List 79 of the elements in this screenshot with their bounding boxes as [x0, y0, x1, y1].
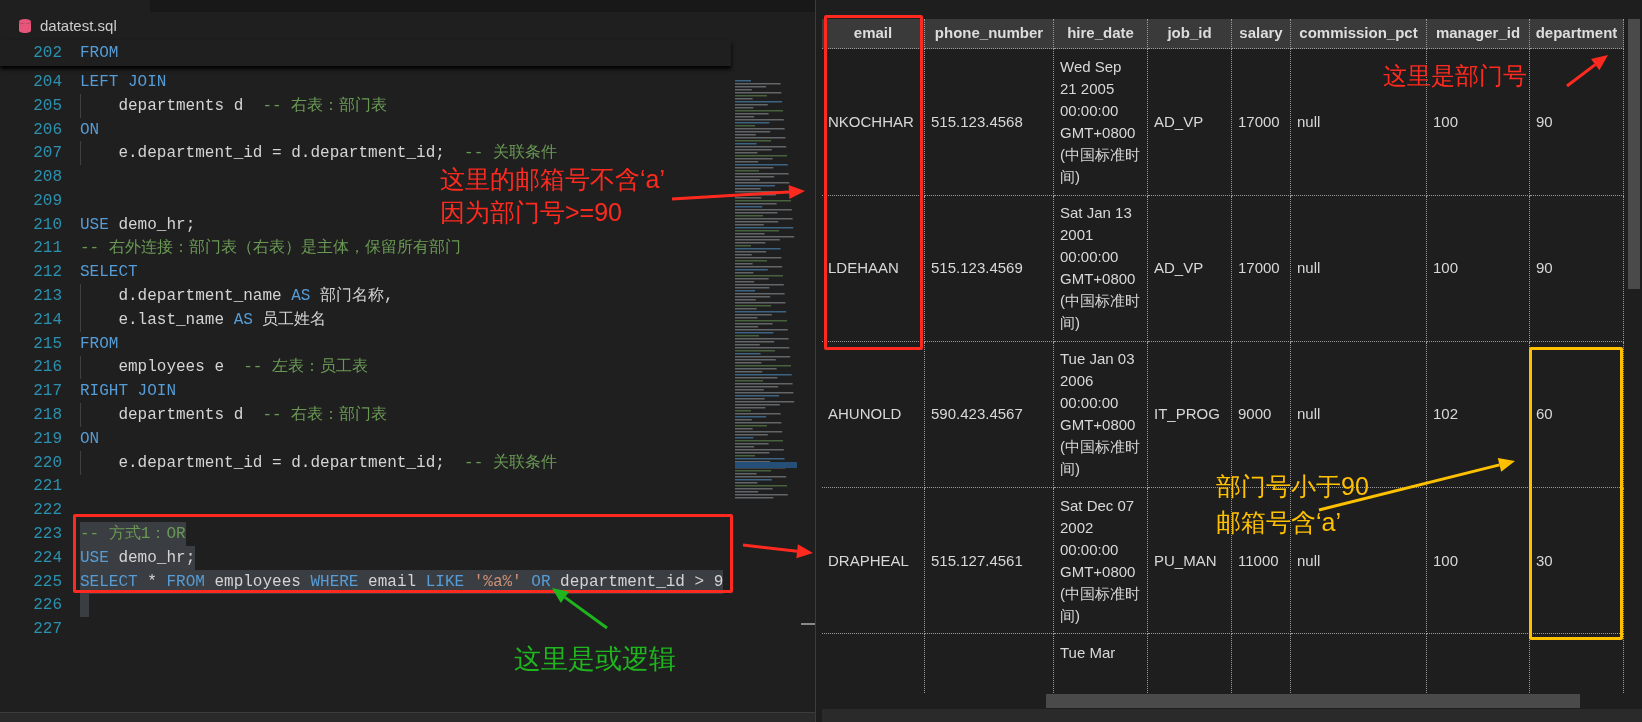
line-number: 225: [32, 571, 62, 593]
table-cell: 515.127.4561: [925, 487, 1054, 635]
line-number: 218: [32, 405, 62, 427]
column-header[interactable]: manager_id: [1427, 19, 1530, 50]
code-line[interactable]: departments d -- 右表：部门表: [80, 403, 388, 428]
table-cell: LDEHAAN: [822, 195, 925, 342]
line-number: 216: [32, 357, 62, 379]
column-header[interactable]: email: [822, 19, 925, 50]
line-number: 204: [32, 71, 62, 93]
line-number: 207: [32, 143, 62, 165]
scrollbar-thumb[interactable]: [1628, 19, 1640, 289]
code-line[interactable]: SELECT: [80, 260, 138, 285]
line-number: 209: [32, 190, 62, 212]
table-cell: 17000: [1232, 195, 1291, 342]
code-line[interactable]: e.department_id = d.department_id; -- 关联条件: [80, 450, 557, 475]
annotation-arrow: [742, 543, 813, 559]
line-number: 223: [32, 524, 62, 546]
line-number: 226: [32, 595, 62, 617]
annotation-text: 这里是或逻辑: [514, 643, 676, 676]
line-number: 219: [32, 428, 62, 450]
table-cell: AHUNOLD: [822, 341, 925, 488]
table-cell: 17000: [1232, 49, 1291, 196]
line-number: 211: [32, 238, 62, 260]
line-number: 212: [32, 262, 62, 284]
table-cell: 515.123.4569: [925, 195, 1054, 342]
table-cell: 100: [1427, 195, 1530, 342]
code-line[interactable]: e.department_id = d.department_id; -- 关联条件: [80, 141, 557, 166]
code-line[interactable]: d.department_name AS 部门名称,: [80, 284, 394, 309]
line-number: 205: [32, 95, 62, 117]
table-cell: Wed Sep 21 2005 00:00:00 GMT+0800 (中国标准时间): [1054, 49, 1148, 196]
line-number: 206: [32, 119, 62, 141]
code-line[interactable]: ON: [80, 117, 100, 142]
line-number: 222: [32, 500, 62, 522]
line-number: 221: [32, 476, 62, 498]
line-number: 213: [32, 286, 62, 308]
line-number: 217: [32, 381, 62, 403]
table-cell: 515.123.4568: [925, 49, 1054, 196]
table-cell: AD_VP: [1148, 195, 1232, 342]
line-number: 227: [32, 619, 62, 641]
line-number: 224: [32, 547, 62, 569]
annotation-arrow: [1566, 55, 1608, 88]
column-header[interactable]: phone_number: [925, 19, 1054, 50]
annotation-text: 这里是部门号: [1383, 61, 1527, 91]
line-number: 214: [32, 309, 62, 331]
column-header[interactable]: job_id: [1148, 19, 1232, 50]
annotation-text: 这里的邮箱号不含‘a’ 因为部门号>=90: [440, 164, 665, 228]
code-line[interactable]: FROM: [80, 331, 119, 356]
scrollbar-thumb[interactable]: [801, 623, 815, 625]
table-cell: 590.423.4567: [925, 341, 1054, 488]
table-cell: DRAPHEAL: [822, 487, 925, 635]
table-cell: null: [1291, 195, 1427, 342]
code-line[interactable]: ON: [80, 426, 100, 451]
code-line: FROM: [80, 43, 119, 64]
line-number: 202: [32, 43, 62, 64]
table-cell: NKOCHHAR: [822, 49, 925, 196]
file-breadcrumb[interactable]: datatest.sql: [40, 14, 117, 38]
code-line[interactable]: e.last_name AS 员工姓名: [80, 307, 327, 332]
table-cell: Tue Mar: [1060, 644, 1116, 662]
line-number: 220: [32, 452, 62, 474]
code-line[interactable]: -- 右外连接：部门表（右表）是主体，保留所有部门: [80, 236, 461, 261]
code-line[interactable]: employees e -- 左表：员工表: [80, 355, 369, 380]
scrollbar-thumb[interactable]: [1046, 694, 1580, 708]
line-number: 210: [32, 214, 62, 236]
table-cell: Sat Jan 13 2001 00:00:00 GMT+0800 (中国标准时间): [1054, 195, 1148, 342]
line-number: 215: [32, 333, 62, 355]
database-icon: [18, 18, 32, 34]
table-cell: Tue Jan 03 2006 00:00:00 GMT+0800 (中国标准时间): [1054, 341, 1148, 488]
table-cell: AD_VP: [1148, 49, 1232, 196]
code-line[interactable]: RIGHT JOIN: [80, 379, 176, 404]
table-cell: 100: [1427, 487, 1530, 635]
column-header[interactable]: hire_date: [1054, 19, 1148, 50]
code-line[interactable]: USE demo_hr;: [80, 212, 196, 237]
table-cell: Sat Dec 07 2002 00:00:00 GMT+0800 (中国标准时间): [1054, 487, 1148, 635]
annotation-arrow: [552, 588, 608, 630]
code-line[interactable]: LEFT JOIN: [80, 69, 167, 94]
line-number: 208: [32, 167, 62, 189]
column-header[interactable]: salary: [1232, 19, 1291, 50]
column-header[interactable]: commission_pct: [1291, 19, 1427, 50]
code-line[interactable]: departments d -- 右表：部门表: [80, 93, 388, 118]
